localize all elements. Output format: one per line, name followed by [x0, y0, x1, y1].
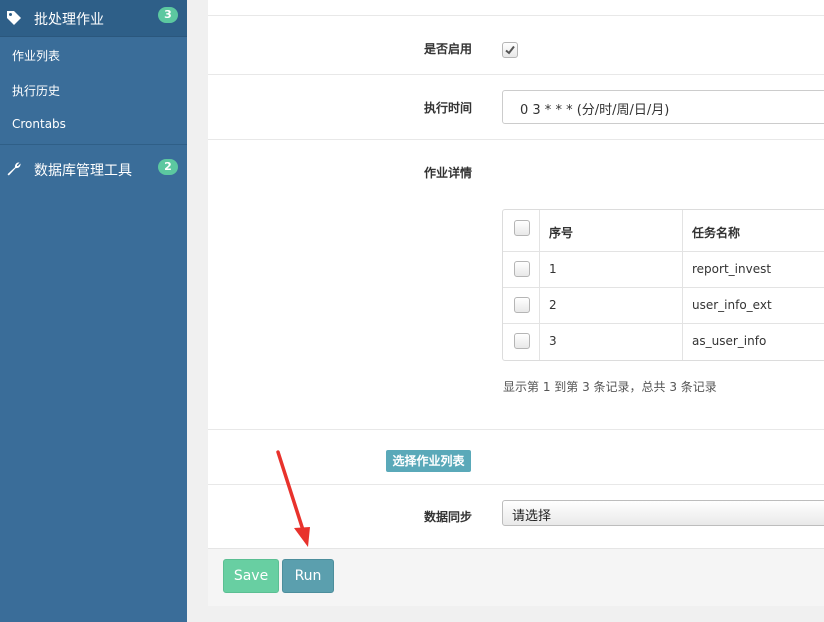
- divider: [208, 15, 824, 16]
- time-label: 执行时间: [424, 101, 473, 115]
- sidebar: 批处理作业 3 作业列表 执行历史 Crontabs 数据库管理工具 2: [0, 0, 187, 622]
- sidebar-item-crontabs[interactable]: Crontabs: [0, 107, 187, 142]
- cron-time-value: 0 3 * * * (分/时/周/日/月): [520, 103, 670, 118]
- column-divider: [539, 210, 540, 360]
- column-divider: [682, 210, 683, 360]
- nav-group-label: 批处理作业: [34, 12, 104, 28]
- row-task-name: user_info_ext: [692, 298, 772, 312]
- count-badge: 2: [158, 159, 178, 175]
- wrench-icon: [7, 162, 21, 176]
- divider: [208, 429, 824, 430]
- row-task-name: report_invest: [692, 262, 772, 276]
- row-divider: [503, 287, 824, 288]
- sync-select[interactable]: 请选择: [502, 500, 824, 526]
- table-summary: 显示第 1 到第 3 条记录，总共 3 条记录: [503, 380, 717, 394]
- sync-label: 数据同步: [424, 510, 473, 524]
- sidebar-item-job-list[interactable]: 作业列表: [0, 37, 187, 72]
- row-divider: [503, 323, 824, 324]
- nav-group-label: 数据库管理工具: [34, 163, 132, 179]
- select-all-checkbox[interactable]: [514, 220, 530, 236]
- details-label: 作业详情: [424, 166, 473, 180]
- column-header-no[interactable]: 序号: [549, 224, 573, 241]
- cron-time-input[interactable]: 0 3 * * * (分/时/周/日/月): [502, 90, 824, 124]
- sync-select-value: 请选择: [512, 509, 552, 524]
- row-no: 1: [549, 262, 557, 276]
- row-no: 2: [549, 298, 557, 312]
- row-no: 3: [549, 334, 557, 348]
- divider: [208, 74, 824, 75]
- column-header-name[interactable]: 任务名称: [692, 224, 740, 241]
- job-table: 序号 任务名称 1 report_invest 2 user_info_ext …: [502, 209, 824, 361]
- nav-group-batch-jobs[interactable]: 批处理作业 3: [0, 0, 187, 37]
- row-divider: [503, 251, 824, 252]
- run-button[interactable]: Run: [282, 559, 334, 593]
- enabled-label: 是否启用: [424, 42, 473, 56]
- enabled-checkbox[interactable]: [502, 42, 518, 58]
- select-jobs-button[interactable]: 选择作业列表: [386, 450, 471, 472]
- divider: [208, 139, 824, 140]
- annotation-arrow-icon: [276, 450, 310, 547]
- count-badge: 3: [158, 7, 178, 23]
- sidebar-item-label: Crontabs: [12, 117, 66, 131]
- row-checkbox[interactable]: [514, 297, 530, 313]
- sidebar-item-label: 执行历史: [12, 84, 61, 98]
- sidebar-item-label: 作业列表: [12, 49, 61, 63]
- save-button[interactable]: Save: [223, 559, 279, 593]
- sidebar-item-history[interactable]: 执行历史: [0, 72, 187, 107]
- row-task-name: as_user_info: [692, 334, 767, 348]
- tag-icon: [7, 11, 21, 25]
- nav-group-db-tools[interactable]: 数据库管理工具 2: [0, 145, 187, 189]
- row-checkbox[interactable]: [514, 333, 530, 349]
- row-checkbox[interactable]: [514, 261, 530, 277]
- check-icon: [505, 45, 515, 55]
